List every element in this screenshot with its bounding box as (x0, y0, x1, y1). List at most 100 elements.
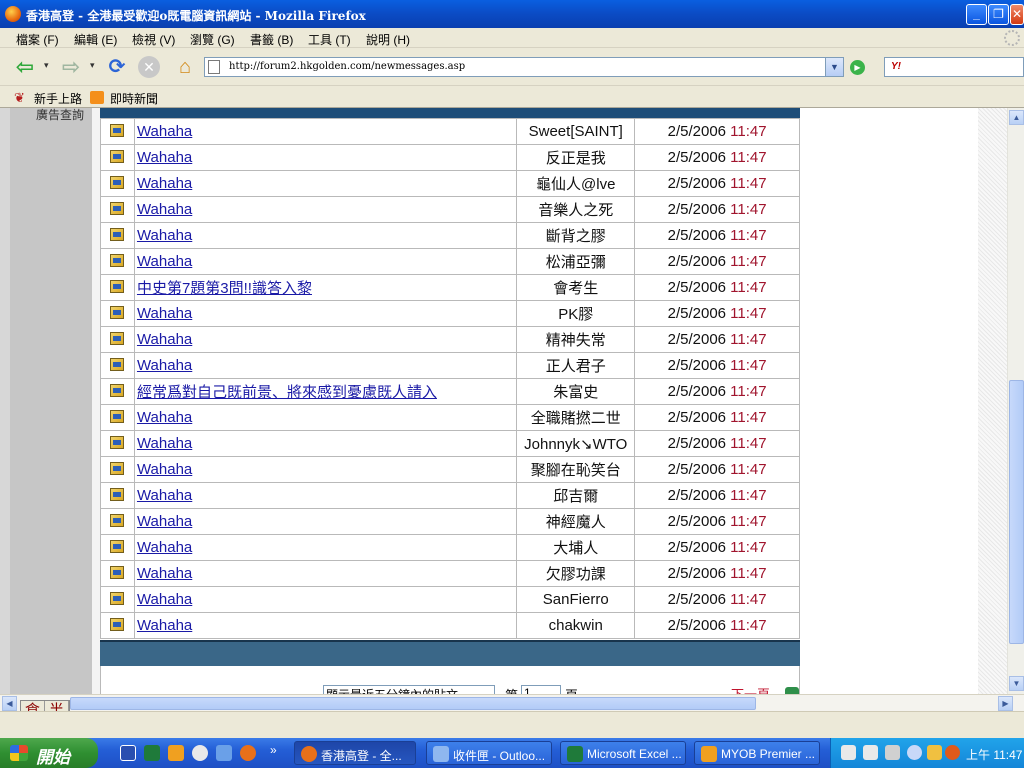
author-cell: 斷背之膠 (516, 222, 636, 249)
menu-tools[interactable]: 工具 (T) (308, 31, 351, 48)
post-date: 2/5/2006 (667, 539, 726, 556)
forward-dropdown-icon[interactable]: ▾ (90, 60, 95, 71)
author-cell: 聚腳在恥笑台 (516, 456, 636, 483)
task-myob[interactable]: MYOB Premier ... (694, 741, 820, 765)
topic-link[interactable]: Wahaha (137, 487, 192, 504)
forward-arrow-icon[interactable]: ⇨ (58, 54, 84, 80)
page-number-select[interactable]: 1 (521, 685, 561, 694)
menu-go[interactable]: 瀏覽 (G) (190, 31, 235, 48)
topic-link[interactable]: Wahaha (137, 201, 192, 218)
next-page-link[interactable]: 下一頁 (731, 684, 770, 694)
topic-link[interactable]: Wahaha (137, 253, 192, 270)
topic-link[interactable]: Wahaha (137, 435, 192, 452)
topic-link[interactable]: Wahaha (137, 149, 192, 166)
topic-link[interactable]: Wahaha (137, 461, 192, 478)
topic-link[interactable]: Wahaha (137, 305, 192, 322)
maximize-button[interactable]: ❐ (988, 4, 1009, 25)
media-icon[interactable] (192, 745, 208, 761)
message-icon (110, 202, 125, 215)
topic-link[interactable]: Wahaha (137, 175, 192, 192)
stop-icon[interactable]: ✕ (138, 56, 160, 78)
horizontal-scrollbar[interactable]: ◀ ▶ (0, 694, 1024, 711)
table-row: Wahaha SanFierro 2/5/2006 11:47 (100, 586, 800, 613)
bookmark-getting-started[interactable]: 新手上路 (34, 90, 82, 107)
start-button[interactable]: 開始 (0, 738, 98, 768)
url-bar[interactable]: http://forum2.hkgolden.com/newmessages.a… (204, 57, 844, 77)
menu-bookmarks[interactable]: 書籤 (B) (250, 31, 293, 48)
sidebar-ad-link[interactable]: 廣告查詢 (36, 108, 84, 123)
topic-link[interactable]: Wahaha (137, 539, 192, 556)
post-date: 2/5/2006 (667, 383, 726, 400)
search-engine-icon[interactable]: Y! (891, 61, 901, 72)
topic-link[interactable]: Wahaha (137, 409, 192, 426)
vertical-scrollbar[interactable]: ▲ ▼ (1007, 108, 1024, 694)
topic-link[interactable]: Wahaha (137, 513, 192, 530)
outlook-icon[interactable] (216, 745, 232, 761)
vertical-scroll-thumb[interactable] (1009, 380, 1024, 644)
table-row: 經常爲對自己既前景、將來感到憂慮既人請入 朱富史 2/5/2006 11:47 (100, 378, 800, 405)
myob-icon[interactable] (168, 745, 184, 761)
topic-link[interactable]: 經常爲對自己既前景、將來感到憂慮既人請入 (137, 384, 437, 401)
date-cell: 2/5/2006 11:47 (634, 170, 800, 197)
topic-link[interactable]: Wahaha (137, 565, 192, 582)
topic-link[interactable]: 中史第7題第3問!!識答入黎 (137, 280, 312, 297)
firefox-quick-icon[interactable] (240, 745, 256, 761)
horizontal-scroll-thumb[interactable] (70, 697, 756, 710)
post-time: 11:47 (730, 461, 767, 478)
topic-link[interactable]: Wahaha (137, 591, 192, 608)
menu-help[interactable]: 說明 (H) (366, 31, 410, 48)
message-cell-icon (100, 586, 135, 613)
post-time: 11:47 (730, 279, 767, 296)
topic-link[interactable]: Wahaha (137, 123, 192, 140)
go-icon[interactable]: ▶ (850, 60, 865, 75)
task-excel[interactable]: Microsoft Excel ... (560, 741, 686, 765)
message-icon (110, 436, 125, 449)
page-label: 第 (505, 685, 518, 694)
word-icon[interactable] (120, 745, 136, 761)
menu-view[interactable]: 檢視 (V) (132, 31, 175, 48)
author-cell: 大埔人 (516, 534, 636, 561)
home-icon[interactable]: ⌂ (172, 54, 198, 80)
message-icon (110, 462, 125, 475)
url-dropdown-icon[interactable]: ▼ (825, 58, 843, 76)
scroll-left-icon[interactable]: ◀ (2, 696, 17, 711)
scroll-down-icon[interactable]: ▼ (1009, 676, 1024, 691)
quicklaunch-more-icon[interactable]: » (270, 743, 277, 757)
topic-link[interactable]: Wahaha (137, 227, 192, 244)
excel-icon[interactable] (144, 745, 160, 761)
network-icon[interactable] (885, 745, 900, 760)
topic-cell: Wahaha (133, 300, 518, 327)
message-icon (110, 150, 125, 163)
task-outlook[interactable]: 收件匣 - Outloo... (426, 741, 552, 765)
menu-file[interactable]: 檔案 (F) (16, 31, 59, 48)
reload-icon[interactable]: ⟳ (104, 54, 130, 80)
topic-link[interactable]: Wahaha (137, 617, 192, 634)
message-cell-icon (100, 196, 135, 223)
minimize-button[interactable]: _ (966, 4, 987, 25)
time-filter-select[interactable]: 顯示最近五分鐘內的貼文 (323, 685, 495, 694)
date-cell: 2/5/2006 11:47 (634, 586, 800, 613)
next-page-icon[interactable] (785, 687, 799, 694)
help-icon[interactable] (863, 745, 878, 760)
topic-cell: Wahaha (133, 456, 518, 483)
antivirus-icon[interactable] (945, 745, 960, 760)
menu-edit[interactable]: 編輯 (E) (74, 31, 117, 48)
topic-cell: Wahaha (133, 612, 518, 639)
topic-link[interactable]: Wahaha (137, 357, 192, 374)
volume-icon[interactable] (927, 745, 942, 760)
scroll-up-icon[interactable]: ▲ (1009, 110, 1024, 125)
scroll-right-icon[interactable]: ▶ (998, 696, 1013, 711)
bookmark-latest-news[interactable]: 即時新聞 (110, 90, 158, 107)
author-cell: chakwin (516, 612, 636, 639)
topic-link[interactable]: Wahaha (137, 331, 192, 348)
system-tray: 上午 11:47 (830, 738, 1024, 768)
message-icon (110, 410, 125, 423)
url-text[interactable]: http://forum2.hkgolden.com/newmessages.a… (229, 61, 465, 72)
chevron-left-icon[interactable] (907, 745, 922, 760)
task-firefox[interactable]: 香港高登 - 全... (294, 741, 416, 765)
close-button[interactable]: ✕ (1010, 4, 1024, 25)
search-bar[interactable]: Y! (884, 57, 1024, 77)
back-dropdown-icon[interactable]: ▾ (44, 60, 49, 71)
keyboard-icon[interactable] (841, 745, 856, 760)
back-arrow-icon[interactable]: ⇦ (12, 54, 38, 80)
